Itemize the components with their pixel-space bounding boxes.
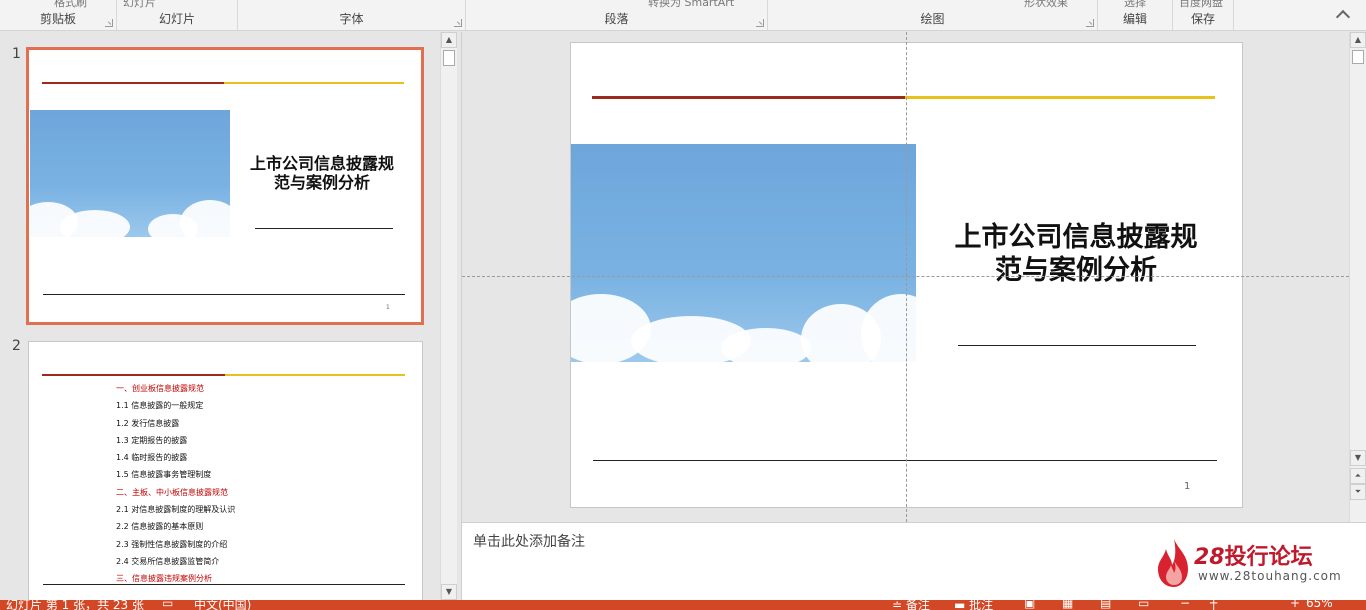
ribbon-cut-text[interactable]: 百度网盘 — [1179, 0, 1223, 10]
dialog-launcher-icon[interactable] — [1086, 19, 1094, 27]
watermark-logo: 28投行论坛 www.28touhang.com — [1154, 533, 1344, 593]
ribbon-group-editing: 选择 编辑 — [1098, 0, 1173, 30]
collapse-ribbon-icon[interactable] — [1335, 9, 1351, 25]
ribbon-group-save: 百度网盘 保存 — [1173, 0, 1234, 30]
slideshow-icon[interactable]: ▭ — [1138, 600, 1149, 610]
scroll-down-icon[interactable]: ▼ — [1350, 450, 1366, 466]
horizontal-guide[interactable] — [462, 276, 1349, 277]
logo-url: www.28touhang.com — [1198, 569, 1342, 583]
slide-title[interactable]: 上市公司信息披露规 范与案例分析 — [931, 221, 1221, 287]
title-underline — [255, 228, 393, 229]
toc-item: 1.3 定期报告的披露 — [116, 435, 188, 445]
toc-section-heading: 二、主板、中小板信息披露规范 — [116, 487, 228, 497]
slide-count[interactable]: 幻灯片 第 1 张，共 23 张 — [6, 600, 144, 610]
sky-image[interactable] — [571, 144, 916, 362]
normal-view-icon[interactable]: ▣ — [1024, 600, 1035, 610]
slide-thumbnail-2[interactable]: 一、创业板信息披露规范 1.1 信息披露的一般规定 1.2 发行信息披露 1.3 定期… — [28, 341, 423, 600]
dialog-launcher-icon[interactable] — [756, 19, 764, 27]
title-underline — [958, 345, 1196, 346]
page-number: 1 — [386, 304, 390, 311]
scroll-down-icon[interactable]: ▼ — [441, 584, 457, 600]
accent-line-red — [42, 82, 224, 84]
scroll-thumb[interactable] — [1352, 50, 1364, 64]
notes-toggle[interactable]: ≐ 备注 — [892, 600, 930, 610]
next-slide-icon[interactable]: ⏷ — [1350, 484, 1366, 500]
ribbon-group-paragraph: 转换为 SmartArt 段落 — [466, 0, 768, 30]
ribbon-group-drawing: 形状效果 绘图 — [768, 0, 1098, 30]
ribbon-cut-text[interactable]: 幻灯片 — [123, 0, 156, 10]
slide-thumbnail-pane[interactable]: 1 上市公司信息披露规 范与案例分析 1 2 一、创业板信息披露规范 1.1 信息… — [0, 32, 462, 600]
slide-thumbnail-1[interactable]: 上市公司信息披露规 范与案例分析 1 — [26, 47, 424, 325]
ribbon-group-label: 段落 — [604, 12, 629, 26]
language-indicator[interactable]: 中文(中国) — [194, 600, 251, 610]
toc-item: 2.1 对信息披露制度的理解及认识 — [116, 505, 236, 515]
scroll-thumb[interactable] — [443, 50, 455, 66]
toc-item: 1.1 信息披露的一般规定 — [116, 401, 204, 411]
ribbon-group-label: 幻灯片 — [158, 12, 195, 26]
ribbon: 格式刷 剪贴板 幻灯片 幻灯片 字体 转换为 SmartArt 段落 形状效果 … — [0, 0, 1366, 31]
ribbon-group-label: 字体 — [339, 12, 364, 26]
ribbon-group-label: 绘图 — [920, 12, 945, 26]
ribbon-group-slides: 幻灯片 幻灯片 — [117, 0, 238, 30]
accent-line-yellow — [225, 374, 405, 376]
ribbon-group-label: 编辑 — [1122, 12, 1147, 26]
zoom-slider[interactable]: ┼ — [1210, 600, 1217, 610]
status-bar: 幻灯片 第 1 张，共 23 张 ▭ 中文(中国) ≐ 备注 ▬ 批注 ▣ ▦ … — [0, 600, 1366, 610]
page-number: 1 — [1184, 481, 1191, 492]
ribbon-group-label: 保存 — [1190, 12, 1215, 26]
ribbon-cut-text[interactable]: 选择 — [1124, 0, 1146, 10]
toc-item: 2.2 信息披露的基本原则 — [116, 522, 204, 532]
accent-line-red — [592, 96, 905, 99]
spellcheck-icon[interactable]: ▭ — [162, 600, 173, 610]
zoom-out-icon[interactable]: − — [1180, 600, 1190, 610]
slide-number: 1 — [12, 46, 21, 62]
logo-brand: 28投行论坛 — [1194, 545, 1313, 570]
slide-editing-area[interactable]: 上市公司信息披露规 范与案例分析 1 — [462, 32, 1349, 522]
accent-line-yellow — [224, 82, 404, 84]
ribbon-cut-text[interactable]: 形状效果 — [1024, 0, 1068, 10]
toc-section-heading: 一、创业板信息披露规范 — [116, 384, 204, 393]
slide-number: 2 — [12, 338, 21, 354]
reading-view-icon[interactable]: ▤ — [1100, 600, 1111, 610]
zoom-in-icon[interactable]: + — [1290, 600, 1300, 610]
zoom-level[interactable]: 65% — [1306, 600, 1333, 610]
scroll-up-icon[interactable]: ▲ — [1350, 32, 1366, 48]
flame-icon — [1158, 539, 1188, 587]
sky-image — [30, 110, 230, 237]
comments-toggle[interactable]: ▬ 批注 — [954, 600, 993, 610]
notes-placeholder[interactable]: 单击此处添加备注 — [473, 531, 585, 551]
thumbnail-scrollbar[interactable]: ▲ ▼ — [440, 32, 457, 600]
ribbon-group-font: 字体 — [238, 0, 466, 30]
scroll-up-icon[interactable]: ▲ — [441, 32, 457, 48]
dialog-launcher-icon[interactable] — [105, 19, 113, 27]
toc-item: 1.2 发行信息披露 — [116, 418, 180, 428]
vertical-guide[interactable] — [906, 32, 907, 522]
slide-sorter-icon[interactable]: ▦ — [1062, 600, 1073, 610]
notes-pane[interactable]: 单击此处添加备注 28投行论坛 www.28touhang.com — [462, 522, 1366, 600]
footer-rule — [43, 584, 405, 585]
accent-line-red — [42, 374, 225, 376]
ribbon-cut-text[interactable]: 格式刷 — [54, 0, 87, 10]
editor-scrollbar[interactable]: ▲ ▼ ⏶ ⏷ — [1349, 32, 1366, 522]
dialog-launcher-icon[interactable] — [454, 19, 462, 27]
footer-rule — [593, 460, 1217, 461]
ribbon-group-clipboard: 格式刷 剪贴板 — [0, 0, 117, 30]
toc-item: 2.3 强制性信息披露制度的介绍 — [116, 539, 228, 549]
toc-item: 1.5 信息披露事务管理制度 — [116, 470, 212, 480]
slide-title: 上市公司信息披露规 范与案例分析 — [249, 154, 394, 192]
ribbon-group-label: 剪贴板 — [39, 12, 76, 26]
footer-rule — [43, 294, 405, 295]
accent-line-yellow — [905, 96, 1215, 99]
previous-slide-icon[interactable]: ⏶ — [1350, 468, 1366, 484]
ribbon-cut-text[interactable]: 转换为 SmartArt — [648, 0, 734, 10]
toc-item: 1.4 临时报告的披露 — [116, 453, 188, 463]
table-of-contents: 一、创业板信息披露规范 1.1 信息披露的一般规定 1.2 发行信息披露 1.3 定期… — [116, 380, 235, 588]
toc-item: 2.4 交易所信息披露监管简介 — [116, 556, 220, 566]
